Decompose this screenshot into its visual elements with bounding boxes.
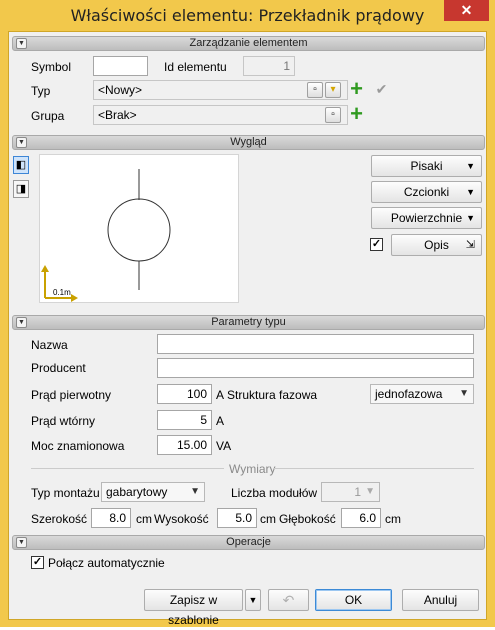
- section-appearance-header[interactable]: ▼ Wygląd: [12, 135, 485, 150]
- dropdown-arrow-icon: ▼: [466, 161, 475, 171]
- title-bar[interactable]: Właściwości elementu: Przekładnik prądow…: [0, 0, 495, 32]
- phase-structure-select[interactable]: jednofazowa ▼: [370, 384, 474, 404]
- modules-label: Liczba modułów: [231, 486, 318, 500]
- description-button-label: Opis: [424, 238, 449, 252]
- name-label: Nazwa: [31, 338, 68, 352]
- depth-label: Głębokość: [279, 512, 336, 526]
- section-title: Operacje: [226, 536, 271, 548]
- height-unit: cm: [260, 512, 276, 526]
- secondary-current-label: Prąd wtórny: [31, 414, 96, 428]
- width-label: Szerokość: [31, 512, 88, 526]
- dropdown-arrow-icon: ▼: [466, 213, 475, 223]
- view-2d-icon[interactable]: ◧: [13, 156, 29, 174]
- dimensions-divider-left: [31, 468, 224, 469]
- id-input: 1: [243, 56, 295, 76]
- symbol-input[interactable]: [93, 56, 148, 76]
- symbol-preview: 0.1m: [39, 154, 239, 303]
- type-label: Typ: [31, 84, 51, 98]
- mount-type-value: gabarytowy: [106, 485, 168, 499]
- auto-connect-label: Połącz automatycznie: [48, 556, 165, 570]
- dialog-body: ▼ Zarządzanie elementem Symbol Id elemen…: [8, 31, 487, 627]
- phase-structure-label: Struktura fazowa: [227, 388, 318, 402]
- description-checkbox[interactable]: ✓: [370, 238, 383, 251]
- producer-label: Producent: [31, 361, 86, 375]
- chevron-down-icon: ▼: [365, 486, 375, 497]
- height-label: Wysokość: [154, 512, 209, 526]
- mount-type-label: Typ montażu: [31, 486, 100, 500]
- id-label: Id elementu: [164, 60, 227, 74]
- primary-current-unit: A: [216, 388, 225, 402]
- section-title: Wygląd: [230, 136, 267, 148]
- phase-structure-value: jednofazowa: [375, 387, 443, 401]
- section-type-params-header[interactable]: ▼ Parametry typu: [12, 315, 485, 330]
- accept-check-icon[interactable]: ✔: [373, 81, 390, 98]
- mount-type-select[interactable]: gabarytowy ▼: [101, 482, 205, 502]
- secondary-current-unit: A: [216, 414, 225, 428]
- scale-label: 0.1m: [53, 288, 71, 297]
- primary-current-input[interactable]: 100: [157, 384, 212, 404]
- chevron-down-icon: ▼: [459, 388, 469, 399]
- depth-unit: cm: [385, 512, 401, 526]
- open-icon: ⇲: [465, 239, 475, 251]
- section-title: Zarządzanie elementem: [189, 37, 308, 49]
- symbol-label: Symbol: [31, 60, 72, 74]
- cancel-button[interactable]: Anuluj: [402, 589, 479, 611]
- auto-connect-checkbox[interactable]: ✓: [31, 556, 44, 569]
- section-management-header[interactable]: ▼ Zarządzanie elementem: [12, 36, 485, 51]
- name-input[interactable]: [157, 334, 474, 354]
- primary-current-label: Prąd pierwotny: [31, 388, 112, 402]
- type-save-icon[interactable]: ▾: [325, 82, 341, 98]
- modules-value: 1: [354, 485, 361, 499]
- undo-icon: ↶: [268, 589, 309, 611]
- add-type-plus-icon[interactable]: +: [348, 78, 365, 100]
- surfaces-button[interactable]: Powierzchnie ▼: [371, 207, 482, 229]
- width-input[interactable]: 8.0: [91, 508, 131, 528]
- fonts-button-label: Czcionki: [403, 185, 450, 199]
- dropdown-arrow-icon: ▼: [466, 187, 475, 197]
- pens-button-label: Pisaki: [410, 159, 443, 173]
- close-button[interactable]: ✕: [444, 0, 489, 21]
- depth-input[interactable]: 6.0: [341, 508, 381, 528]
- save-template-button[interactable]: Zapisz w szablonie: [144, 589, 243, 627]
- modules-select: 1 ▼: [321, 482, 380, 502]
- dimensions-label: Wymiary: [229, 462, 276, 476]
- description-button[interactable]: Opis ⇲: [391, 234, 482, 256]
- rated-power-input[interactable]: 15.00: [157, 435, 212, 455]
- dimensions-divider-right: [274, 468, 474, 469]
- group-browse-icon[interactable]: ▫: [325, 107, 341, 123]
- width-unit: cm: [136, 512, 152, 526]
- group-label: Grupa: [31, 109, 65, 123]
- rated-power-unit: VA: [216, 439, 232, 453]
- view-3d-icon[interactable]: ◨: [13, 180, 29, 198]
- section-operations-header[interactable]: ▼ Operacje: [12, 535, 485, 550]
- preview-drawing: [41, 169, 171, 302]
- type-browse-icon[interactable]: ▫: [307, 82, 323, 98]
- height-input[interactable]: 5.0: [217, 508, 257, 528]
- add-group-plus-icon[interactable]: +: [348, 103, 365, 125]
- chevron-down-icon: ▼: [190, 486, 200, 497]
- ok-button[interactable]: OK: [315, 589, 392, 611]
- save-template-dropdown-arrow-icon[interactable]: ▼: [245, 589, 261, 611]
- window-title: Właściwości elementu: Przekładnik prądow…: [70, 6, 425, 25]
- surfaces-button-label: Powierzchnie: [390, 211, 463, 225]
- dialog-window: Właściwości elementu: Przekładnik prądow…: [0, 0, 495, 627]
- secondary-current-input[interactable]: 5: [157, 410, 212, 430]
- section-title: Parametry typu: [211, 316, 286, 328]
- pens-button[interactable]: Pisaki ▼: [371, 155, 482, 177]
- producer-input[interactable]: [157, 358, 474, 378]
- rated-power-label: Moc znamionowa: [31, 439, 125, 453]
- group-field[interactable]: <Brak>: [93, 105, 348, 125]
- fonts-button[interactable]: Czcionki ▼: [371, 181, 482, 203]
